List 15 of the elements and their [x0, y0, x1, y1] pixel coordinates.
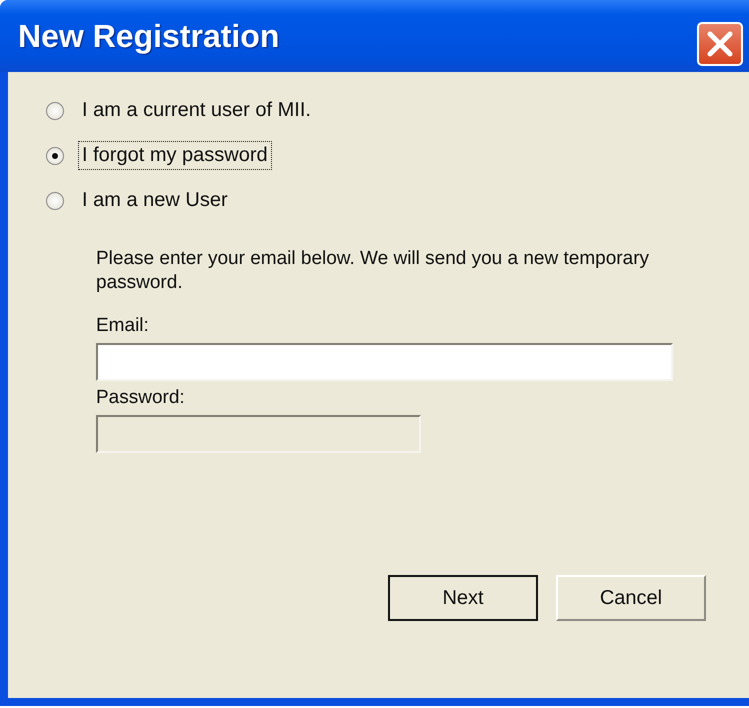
field-label: Password:: [96, 387, 186, 409]
next-button[interactable]: Next: [388, 575, 538, 621]
instruction-text: Please enter your email below. We will send you a new temporary password.: [96, 247, 650, 295]
close-button[interactable]: [697, 22, 743, 66]
radio-label[interactable]: I am a new User: [78, 186, 232, 215]
close-icon: [706, 30, 734, 58]
cancel-button[interactable]: Cancel: [556, 575, 706, 621]
email-field[interactable]: [96, 343, 673, 381]
radio-button[interactable]: [46, 102, 64, 120]
radio-button[interactable]: [46, 192, 64, 210]
radio-label[interactable]: I am a current user of MII.: [78, 96, 315, 125]
field-label: Email:: [96, 315, 150, 337]
window-title: New Registration: [18, 18, 280, 54]
radio-label[interactable]: I forgot my password: [78, 141, 272, 170]
radio-button[interactable]: [46, 146, 64, 164]
